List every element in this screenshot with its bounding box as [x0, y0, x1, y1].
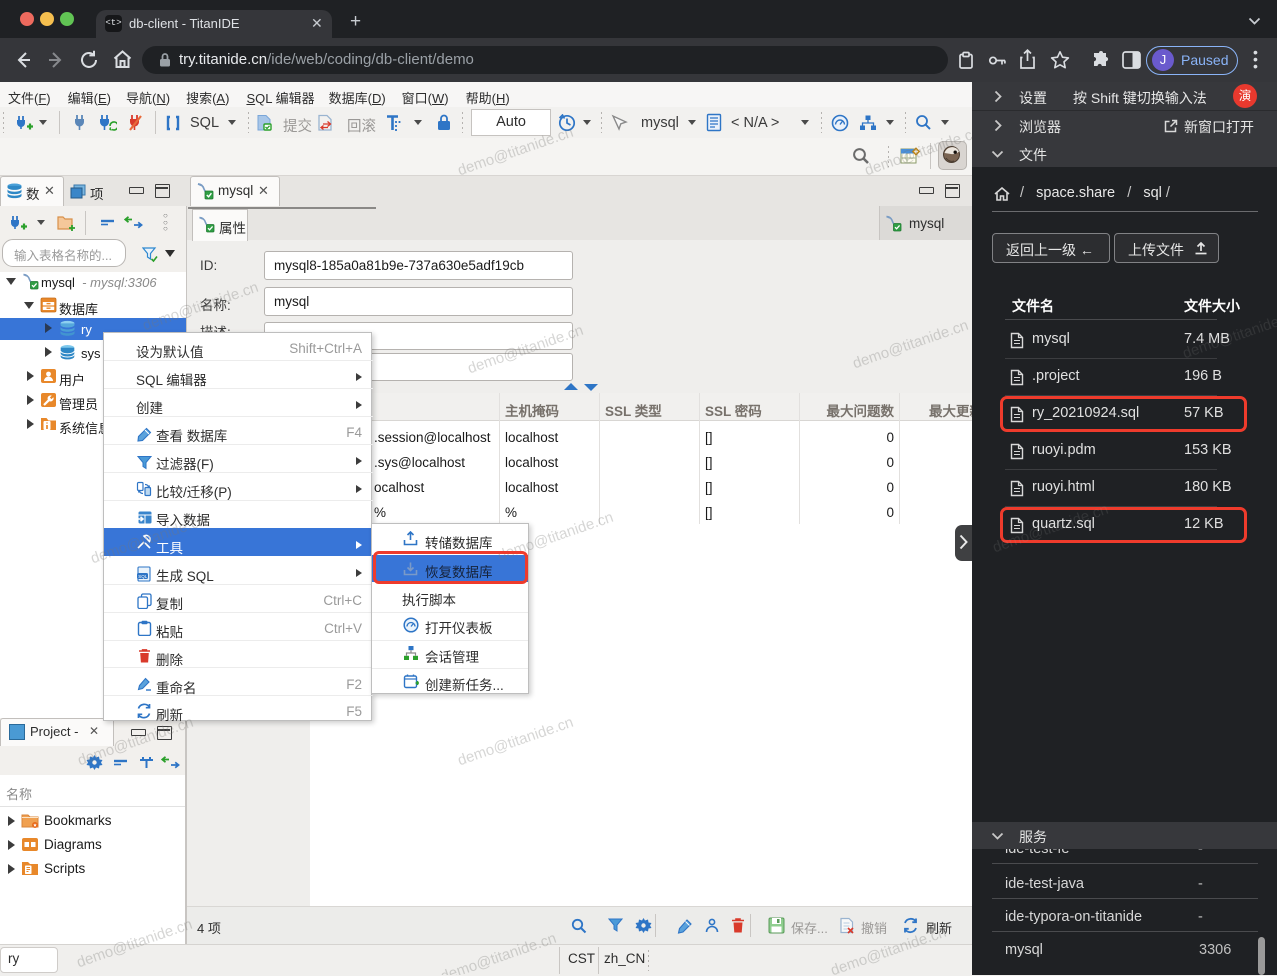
svg-text:SQL: SQL — [138, 574, 148, 579]
